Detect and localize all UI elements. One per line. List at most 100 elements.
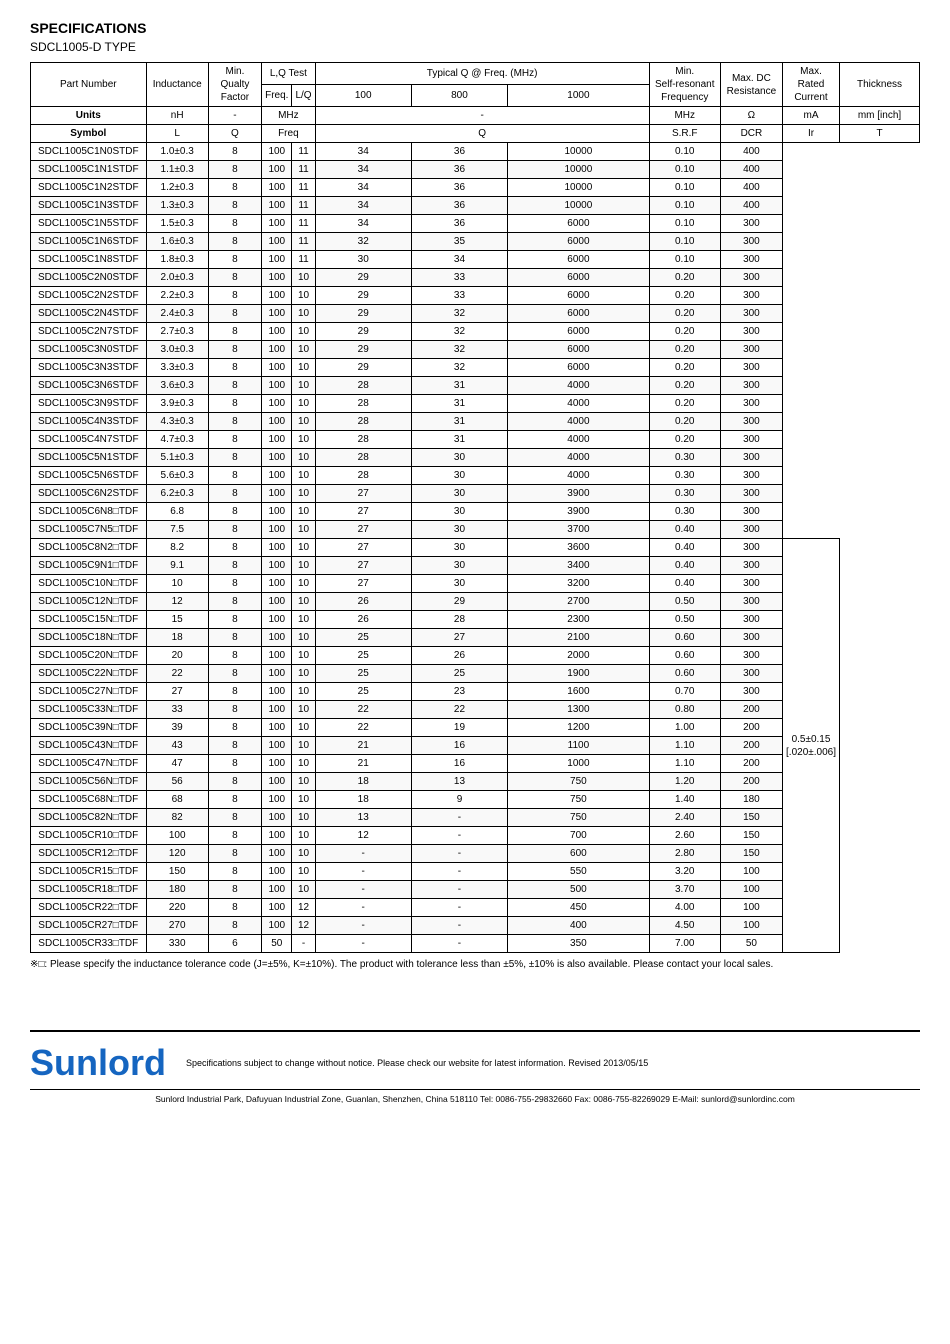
cell-7-0: SDCL1005C2N0STDF xyxy=(31,269,147,287)
cell-22-0: SDCL1005C8N2□TDF xyxy=(31,539,147,557)
cell-22-2: 8 xyxy=(208,539,261,557)
cell-31-4: 10 xyxy=(292,701,315,719)
cell-5-0: SDCL1005C1N6STDF xyxy=(31,233,147,251)
cell-24-0: SDCL1005C10N□TDF xyxy=(31,575,147,593)
cell-5-4: 11 xyxy=(292,233,315,251)
cell-16-6: 31 xyxy=(411,431,507,449)
cell-12-9: 300 xyxy=(720,359,782,377)
cell-3-2: 8 xyxy=(208,197,261,215)
cell-35-0: SDCL1005C56N□TDF xyxy=(31,773,147,791)
cell-13-9: 300 xyxy=(720,377,782,395)
cell-34-5: 21 xyxy=(315,755,411,773)
cell-36-7: 750 xyxy=(508,791,650,809)
cell-33-6: 16 xyxy=(411,737,507,755)
cell-14-2: 8 xyxy=(208,395,261,413)
cell-34-9: 200 xyxy=(720,755,782,773)
symbol-typical-q: Q xyxy=(315,125,649,143)
cell-24-8: 0.40 xyxy=(649,575,720,593)
cell-23-6: 30 xyxy=(411,557,507,575)
cell-20-3: 100 xyxy=(262,503,292,521)
symbol-inductance: L xyxy=(146,125,208,143)
cell-8-9: 300 xyxy=(720,287,782,305)
cell-43-1: 270 xyxy=(146,917,208,935)
cell-18-1: 5.6±0.3 xyxy=(146,467,208,485)
cell-34-3: 100 xyxy=(262,755,292,773)
cell-21-1: 7.5 xyxy=(146,521,208,539)
cell-31-6: 22 xyxy=(411,701,507,719)
cell-13-8: 0.20 xyxy=(649,377,720,395)
cell-5-7: 6000 xyxy=(508,233,650,251)
symbol-thickness: T xyxy=(840,125,920,143)
cell-36-5: 18 xyxy=(315,791,411,809)
cell-25-6: 29 xyxy=(411,593,507,611)
cell-3-6: 36 xyxy=(411,197,507,215)
cell-3-9: 400 xyxy=(720,197,782,215)
cell-26-4: 10 xyxy=(292,611,315,629)
cell-32-5: 22 xyxy=(315,719,411,737)
cell-39-4: 10 xyxy=(292,845,315,863)
cell-8-2: 8 xyxy=(208,287,261,305)
cell-30-9: 300 xyxy=(720,683,782,701)
units-typical-q: - xyxy=(315,107,649,125)
specifications-table: Part Number Inductance Min.Qualty Factor… xyxy=(30,62,920,953)
cell-6-1: 1.8±0.3 xyxy=(146,251,208,269)
cell-11-6: 32 xyxy=(411,341,507,359)
cell-9-8: 0.20 xyxy=(649,305,720,323)
header-q1000: 1000 xyxy=(508,85,650,107)
cell-44-5: - xyxy=(315,935,411,953)
cell-39-8: 2.80 xyxy=(649,845,720,863)
table-row: SDCL1005C1N1STDF1.1±0.38100113436100000.… xyxy=(31,161,920,179)
cell-0-2: 8 xyxy=(208,143,261,161)
table-row: SDCL1005C1N6STDF1.6±0.3810011323560000.1… xyxy=(31,233,920,251)
cell-14-9: 300 xyxy=(720,395,782,413)
header-min-q: Min.Qualty Factor xyxy=(208,63,261,107)
cell-3-3: 100 xyxy=(262,197,292,215)
symbol-srf: S.R.F xyxy=(649,125,720,143)
header-q100: 100 xyxy=(315,85,411,107)
cell-42-6: - xyxy=(411,899,507,917)
cell-41-5: - xyxy=(315,881,411,899)
cell-5-6: 35 xyxy=(411,233,507,251)
cell-7-6: 33 xyxy=(411,269,507,287)
cell-42-0: SDCL1005CR22□TDF xyxy=(31,899,147,917)
cell-15-0: SDCL1005C4N3STDF xyxy=(31,413,147,431)
cell-23-5: 27 xyxy=(315,557,411,575)
cell-27-0: SDCL1005C18N□TDF xyxy=(31,629,147,647)
cell-14-5: 28 xyxy=(315,395,411,413)
cell-36-4: 10 xyxy=(292,791,315,809)
cell-1-7: 10000 xyxy=(508,161,650,179)
cell-39-5: - xyxy=(315,845,411,863)
cell-21-8: 0.40 xyxy=(649,521,720,539)
cell-4-0: SDCL1005C1N5STDF xyxy=(31,215,147,233)
cell-12-3: 100 xyxy=(262,359,292,377)
cell-41-1: 180 xyxy=(146,881,208,899)
cell-13-2: 8 xyxy=(208,377,261,395)
cell-26-6: 28 xyxy=(411,611,507,629)
cell-30-2: 8 xyxy=(208,683,261,701)
cell-22-1: 8.2 xyxy=(146,539,208,557)
cell-42-4: 12 xyxy=(292,899,315,917)
cell-43-7: 400 xyxy=(508,917,650,935)
cell-8-4: 10 xyxy=(292,287,315,305)
cell-27-7: 2100 xyxy=(508,629,650,647)
table-row: SDCL1005C1N2STDF1.2±0.38100113436100000.… xyxy=(31,179,920,197)
cell-4-2: 8 xyxy=(208,215,261,233)
cell-22-5: 27 xyxy=(315,539,411,557)
cell-6-9: 300 xyxy=(720,251,782,269)
cell-15-7: 4000 xyxy=(508,413,650,431)
cell-33-3: 100 xyxy=(262,737,292,755)
cell-26-1: 15 xyxy=(146,611,208,629)
cell-22-4: 10 xyxy=(292,539,315,557)
cell-44-3: 50 xyxy=(262,935,292,953)
cell-33-7: 1100 xyxy=(508,737,650,755)
cell-6-7: 6000 xyxy=(508,251,650,269)
cell-38-6: - xyxy=(411,827,507,845)
cell-41-2: 8 xyxy=(208,881,261,899)
cell-1-5: 34 xyxy=(315,161,411,179)
cell-41-3: 100 xyxy=(262,881,292,899)
cell-22-9: 300 xyxy=(720,539,782,557)
table-row: SDCL1005C8N2□TDF8.2810010273036000.40300… xyxy=(31,539,920,557)
cell-11-8: 0.20 xyxy=(649,341,720,359)
cell-2-3: 100 xyxy=(262,179,292,197)
cell-9-3: 100 xyxy=(262,305,292,323)
